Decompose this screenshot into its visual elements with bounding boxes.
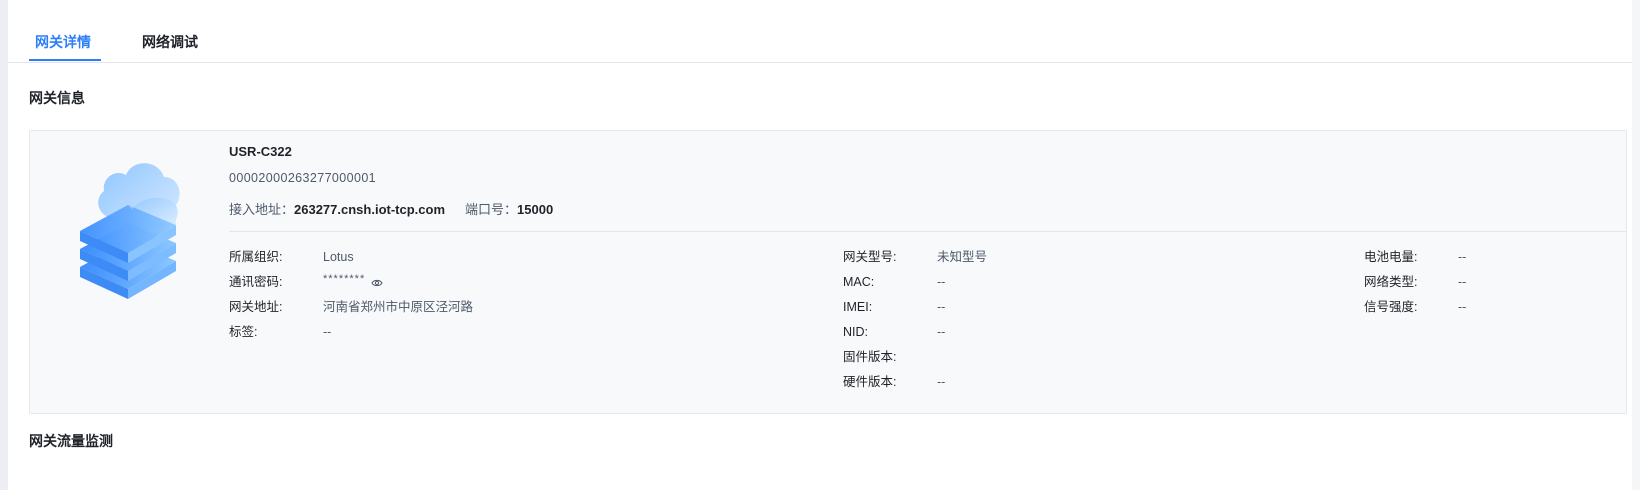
detail-label: 信号强度: xyxy=(1364,300,1418,314)
detail-label: 所属组织: xyxy=(229,250,283,264)
gateway-info-card: USR-C322 00002000263277000001 接入地址：26327… xyxy=(29,130,1627,414)
detail-label: 标签: xyxy=(229,325,258,339)
detail-mac: MAC: -- xyxy=(843,273,945,291)
detail-value: -- xyxy=(1458,250,1467,264)
detail-hardware-version: 硬件版本: -- xyxy=(843,373,945,391)
detail-battery: 电池电量: -- xyxy=(1364,248,1466,266)
gateway-info-title: 网关信息 xyxy=(29,90,85,106)
detail-value: -- xyxy=(1458,300,1467,314)
traffic-monitor-title: 网关流量监测 xyxy=(29,433,113,449)
detail-label: 固件版本: xyxy=(843,350,897,364)
detail-value: -- xyxy=(323,325,332,339)
detail-tags: 标签: -- xyxy=(229,323,331,341)
detail-value: 未知型号 xyxy=(937,250,988,264)
detail-value: -- xyxy=(937,300,946,314)
detail-label: 硬件版本: xyxy=(843,375,897,389)
detail-label: MAC: xyxy=(843,275,875,289)
detail-gateway-model: 网关型号: 未知型号 xyxy=(843,248,987,266)
eye-icon[interactable] xyxy=(371,278,383,288)
detail-comm-password: 通讯密码: ******** xyxy=(229,273,383,291)
detail-nid: NID: -- xyxy=(843,323,945,341)
detail-label: IMEI: xyxy=(843,300,873,314)
port-label: 端口号： xyxy=(465,202,518,217)
detail-value: -- xyxy=(937,275,946,289)
access-address-row: 接入地址：263277.cnsh.iot-tcp.com 端口号：15000 xyxy=(229,201,553,219)
detail-label: NID: xyxy=(843,325,868,339)
detail-gateway-address: 网关地址: 河南省郑州市中原区泾河路 xyxy=(229,298,473,316)
detail-signal-strength: 信号强度: -- xyxy=(1364,298,1466,316)
server-cloud-icon xyxy=(80,163,180,299)
access-address-value: 263277.cnsh.iot-tcp.com xyxy=(294,202,446,217)
gateway-name: USR-C322 xyxy=(229,144,292,159)
detail-label: 通讯密码: xyxy=(229,275,283,289)
detail-organization: 所属组织: Lotus xyxy=(229,248,354,266)
tab-gateway-details[interactable]: 网关详情 xyxy=(35,32,91,52)
gateway-detail-panel: 网关详情 网络调试 网关信息 USR-C322 0000200026327700… xyxy=(8,0,1640,490)
detail-label: 电池电量: xyxy=(1364,250,1418,264)
detail-firmware-version: 固件版本: xyxy=(843,348,896,366)
detail-value: -- xyxy=(1458,275,1467,289)
active-tab-indicator xyxy=(29,59,101,61)
port-value: 15000 xyxy=(517,202,554,217)
tab-network-debug[interactable]: 网络调试 xyxy=(142,32,198,52)
detail-imei: IMEI: -- xyxy=(843,298,945,316)
detail-value: Lotus xyxy=(323,250,354,264)
detail-value: ******** xyxy=(323,273,383,292)
detail-network-type: 网络类型: -- xyxy=(1364,273,1466,291)
gateway-id: 00002000263277000001 xyxy=(229,171,377,185)
card-divider xyxy=(229,231,1626,232)
detail-label: 网络类型: xyxy=(1364,275,1418,289)
access-address-label: 接入地址： xyxy=(229,202,295,217)
detail-label: 网关型号: xyxy=(843,250,897,264)
tab-bar: 网关详情 网络调试 xyxy=(8,0,1640,63)
detail-value: 河南省郑州市中原区泾河路 xyxy=(323,300,474,314)
detail-value: -- xyxy=(937,325,946,339)
detail-value: -- xyxy=(937,375,946,389)
detail-label: 网关地址: xyxy=(229,300,283,314)
password-mask: ******** xyxy=(323,273,366,285)
scrollbar-track[interactable] xyxy=(1632,0,1640,490)
